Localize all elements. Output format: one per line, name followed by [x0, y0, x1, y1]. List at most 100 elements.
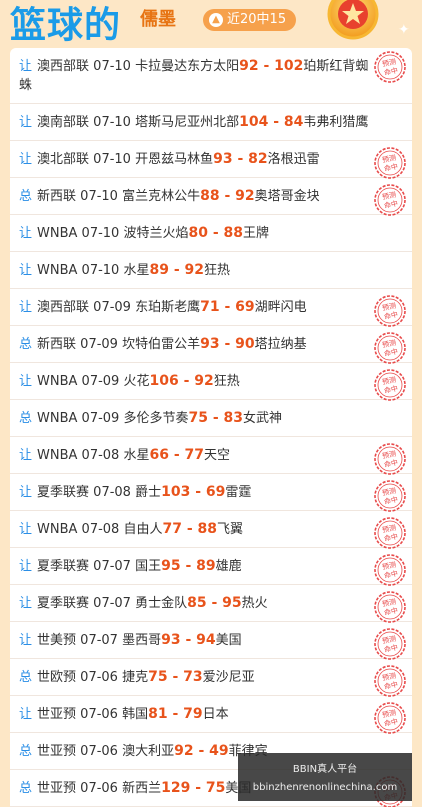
hit-stamp-icon: 预测命中	[374, 295, 406, 327]
score-separator: -	[219, 188, 236, 204]
home-team: 水星	[123, 448, 150, 463]
hit-stamp-icon: 预测命中	[374, 702, 406, 734]
home-team: 坎特伯雷公羊	[122, 337, 201, 352]
home-score: 81	[148, 706, 168, 722]
home-score: 85	[187, 595, 207, 611]
match-text: 让夏季联赛 07-07 勇士金队85 - 95热火	[19, 594, 375, 613]
author-name[interactable]: 儒墨	[140, 9, 176, 31]
score-separator: -	[207, 225, 224, 241]
list-item[interactable]: 让 WNBA 07-08 水星66 - 77天空 预测 命中	[10, 437, 412, 475]
match-date: 07-06	[80, 670, 118, 685]
match-date: 07-07	[93, 559, 131, 574]
league-name: 世亚预	[37, 744, 77, 759]
home-team: 东珀斯老鹰	[135, 300, 201, 315]
league-name: WNBA	[37, 411, 78, 426]
league-name: 世美预	[37, 633, 77, 648]
list-item[interactable]: 总新西联 07-09 坎特伯雷公羊93 - 90塔拉纳基 预测 命中	[10, 326, 412, 364]
league-name: WNBA	[37, 226, 78, 241]
list-item[interactable]: 让夏季联赛 07-07 勇士金队85 - 95热火 预测 命中	[10, 585, 412, 623]
score-separator: -	[178, 373, 195, 389]
league-name: 新西联	[37, 189, 77, 204]
home-score: 92	[174, 743, 194, 759]
bet-type: 总	[19, 781, 33, 796]
away-score: 77	[184, 447, 205, 463]
home-team: 多伦多节奏	[123, 411, 189, 426]
away-team: 热火	[241, 596, 268, 611]
hit-stamp-icon: 预测命中	[374, 665, 406, 697]
list-item[interactable]: 让 WNBA 07-10 波特兰火焰80 - 88王牌	[10, 215, 412, 252]
home-team: 新西兰	[122, 781, 162, 796]
home-score: 104	[239, 114, 269, 130]
hit-stamp-icon: 预测命中	[374, 554, 406, 586]
match-date: 07-06	[80, 781, 118, 796]
list-item[interactable]: 总新西联 07-10 富兰克林公牛88 - 92奥塔哥金块 预测 命中	[10, 178, 412, 216]
hit-stamp-icon: 预测命中	[374, 51, 406, 83]
match-text: 让 WNBA 07-09 火花106 - 92狂热	[19, 372, 375, 391]
match-date: 07-09	[80, 337, 118, 352]
list-item[interactable]: 总 WNBA 07-09 多伦多节奏75 - 83女武神	[10, 400, 412, 437]
away-score: 83	[223, 410, 244, 426]
away-team: 飞翼	[217, 522, 244, 537]
list-item[interactable]: 让 WNBA 07-08 自由人77 - 88飞翼 预测 命中	[10, 511, 412, 549]
list-item[interactable]: 让 WNBA 07-09 火花106 - 92狂热 预测 命中	[10, 363, 412, 401]
medal-icon	[327, 0, 379, 40]
bet-type: 让	[19, 263, 33, 278]
match-text: 让澳北部联 07-10 开恩兹马林鱼93 - 82洛根迅雷	[19, 150, 375, 169]
home-team: 捷克	[122, 670, 149, 685]
match-date: 07-08	[93, 485, 131, 500]
home-team: 开恩兹马林鱼	[135, 152, 214, 167]
hit-stamp-icon: 预测命中	[374, 443, 406, 475]
bet-type: 总	[19, 670, 33, 685]
bet-type: 总	[19, 744, 33, 759]
score-separator: -	[180, 632, 197, 648]
list-item[interactable]: 让 WNBA 07-10 水星89 - 92狂热	[10, 252, 412, 289]
score-separator: -	[219, 299, 236, 315]
bet-type: 让	[19, 633, 33, 648]
league-name: 澳北部联	[37, 152, 90, 167]
league-name: WNBA	[37, 263, 78, 278]
bet-type: 让	[19, 226, 33, 241]
away-score: 88	[223, 225, 244, 241]
match-text: 总 WNBA 07-09 多伦多节奏75 - 83女武神	[19, 409, 375, 428]
score-separator: -	[193, 743, 210, 759]
home-score: 129	[161, 780, 191, 796]
list-item[interactable]: 让澳北部联 07-10 开恩兹马林鱼93 - 82洛根迅雷 预测 命中	[10, 141, 412, 179]
list-item[interactable]: 让世亚预 07-06 韩国81 - 79日本 预测 命中	[10, 696, 412, 734]
bet-type: 让	[19, 152, 33, 167]
away-score: 82	[248, 151, 268, 167]
home-score: 95	[161, 558, 181, 574]
list-item[interactable]: 让澳南部联 07-10 塔斯马尼亚州北部104 - 84韦弗利猎鹰	[10, 104, 412, 141]
away-team: 美国	[215, 633, 242, 648]
match-date: 07-10	[81, 263, 120, 278]
list-item[interactable]: 让澳西部联 07-09 东珀斯老鹰71 - 69湖畔闪电 预测 命中	[10, 289, 412, 327]
home-team: 爵士	[135, 485, 162, 500]
away-score: 95	[222, 595, 242, 611]
league-name: 世亚预	[37, 707, 77, 722]
home-score: 106	[149, 373, 179, 389]
hit-stamp-icon: 预测命中	[374, 147, 406, 179]
match-date: 07-10	[93, 59, 131, 74]
away-team: 韦弗利猎鹰	[303, 115, 369, 130]
bet-type: 让	[19, 448, 33, 463]
home-team: 水星	[123, 263, 150, 278]
list-item[interactable]: 让夏季联赛 07-08 爵士103 - 69雷霆 预测 命中	[10, 474, 412, 512]
league-name: 新西联	[37, 337, 77, 352]
home-score: 93	[161, 632, 181, 648]
match-date: 07-08	[81, 522, 120, 537]
away-team: 湖畔闪电	[254, 300, 307, 315]
score-separator: -	[207, 410, 224, 426]
match-date: 07-10	[93, 115, 131, 130]
match-text: 让 WNBA 07-10 水星89 - 92狂热	[19, 261, 375, 280]
match-date: 07-09	[81, 411, 120, 426]
away-score: 88	[197, 521, 218, 537]
score-separator: -	[190, 484, 206, 500]
bet-type: 让	[19, 115, 33, 130]
list-item[interactable]: 让世美预 07-07 墨西哥93 - 94美国 预测 命中	[10, 622, 412, 660]
list-item[interactable]: 让夏季联赛 07-07 国王95 - 89雄鹿 预测 命中	[10, 548, 412, 586]
match-date: 07-09	[81, 374, 120, 389]
list-item[interactable]: 让澳西部联 07-10 卡拉曼达东方太阳92 - 102珀斯红背蜘蛛 预测 命中	[10, 48, 412, 104]
score-separator: -	[167, 669, 184, 685]
list-item[interactable]: 总世欧预 07-06 捷克75 - 73爱沙尼亚 预测 命中	[10, 659, 412, 697]
score-separator: -	[232, 151, 249, 167]
bet-type: 让	[19, 707, 33, 722]
